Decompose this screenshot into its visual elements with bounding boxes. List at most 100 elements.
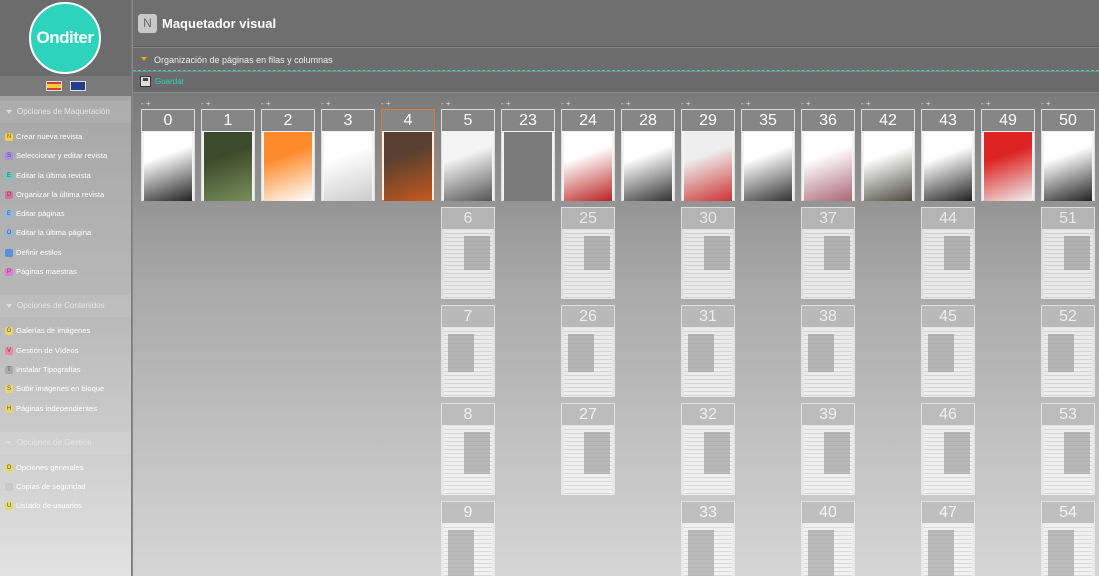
page-tile[interactable]: 39 (801, 403, 855, 495)
page-tile[interactable]: 36 (801, 109, 855, 201)
page-tile[interactable]: 28 (621, 109, 675, 201)
english-flag-icon[interactable] (69, 81, 86, 91)
page-tile[interactable]: 46 (921, 403, 975, 495)
page-tile[interactable]: 6 (441, 207, 495, 299)
menu-item-icon: V (5, 346, 13, 355)
menu-item-icon: E (5, 210, 13, 219)
page-tile[interactable]: 54 (1041, 501, 1095, 576)
page-tile[interactable]: 4 (381, 109, 435, 201)
save-button[interactable]: Guardar (155, 77, 184, 86)
page-thumbnail (504, 132, 552, 201)
menu-item-icon: E (5, 171, 13, 180)
add-remove-controls[interactable]: - + (681, 99, 735, 109)
page-tile[interactable]: 2 (261, 109, 315, 201)
page-tile[interactable]: 37 (801, 207, 855, 299)
page-thumbnail (324, 132, 372, 201)
page-tile[interactable]: 0 (141, 109, 195, 201)
page-thumbnail (564, 132, 612, 201)
add-remove-controls[interactable]: - + (141, 99, 195, 109)
add-remove-controls[interactable]: - + (261, 99, 315, 109)
sidebar: Onditer Opciones de Maquetación N Crear nu… (0, 0, 132, 576)
page-thumbnail (924, 132, 972, 201)
add-remove-controls[interactable]: - + (441, 99, 495, 109)
page-tile[interactable]: 49 (981, 109, 1035, 201)
page-tile[interactable]: 50 (1041, 109, 1095, 201)
sidebar-section-title[interactable]: Opciones de Maquetación (0, 101, 131, 123)
page-tile[interactable]: 35 (741, 109, 795, 201)
add-remove-controls[interactable]: - + (981, 99, 1035, 109)
page-tile[interactable]: 9 (441, 501, 495, 576)
add-remove-controls[interactable]: - + (321, 99, 375, 109)
sidebar-item[interactable]: E Editar páginas (5, 204, 131, 223)
menu-item-icon: T (5, 365, 13, 374)
add-remove-controls[interactable]: - + (921, 99, 975, 109)
page-tile[interactable]: 7 (441, 305, 495, 397)
page-tile[interactable]: 1 (201, 109, 255, 201)
page-tile[interactable]: 23 (501, 109, 555, 201)
sidebar-item[interactable]: G Galerías de imágenes (5, 321, 131, 340)
sidebar-item[interactable]: N Crear nueva revista (5, 127, 131, 146)
sidebar-item[interactable]: S Subir imágenes en bloque (5, 379, 131, 398)
page-tile[interactable]: 47 (921, 501, 975, 576)
sidebar-item[interactable]: O Editar la última página (5, 223, 131, 242)
page-number: 53 (1042, 404, 1094, 425)
page-tile[interactable]: 52 (1041, 305, 1095, 397)
add-remove-controls[interactable]: - + (801, 99, 855, 109)
sidebar-item[interactable]: P Páginas maestras (5, 262, 131, 281)
page-tile[interactable]: 25 (561, 207, 615, 299)
page-tile[interactable]: 32 (681, 403, 735, 495)
page-thumbnail (924, 426, 972, 495)
page-tile[interactable]: 40 (801, 501, 855, 576)
section-header[interactable]: Organización de páginas en filas y colum… (133, 48, 1099, 71)
page-tile[interactable]: 45 (921, 305, 975, 397)
page-tile[interactable]: 33 (681, 501, 735, 576)
page-tile[interactable]: 30 (681, 207, 735, 299)
page-tile[interactable]: 44 (921, 207, 975, 299)
add-remove-controls[interactable]: - + (381, 99, 435, 109)
page-number: 29 (682, 110, 734, 131)
page-tile[interactable]: 42 (861, 109, 915, 201)
sidebar-item[interactable]: H Páginas independientes (5, 399, 131, 418)
sidebar-item[interactable]: O Opciones generales (5, 458, 131, 477)
page-tile[interactable]: 24 (561, 109, 615, 201)
page-tile[interactable]: 53 (1041, 403, 1095, 495)
sidebar-item[interactable]: U Listado de usuarios (5, 496, 131, 515)
page-number: 7 (442, 306, 494, 327)
sidebar-item[interactable]: V Gestión de Vídeos (5, 341, 131, 360)
add-remove-controls[interactable]: - + (561, 99, 615, 109)
page-tile[interactable]: 38 (801, 305, 855, 397)
add-remove-controls[interactable]: - + (861, 99, 915, 109)
page-number: 4 (382, 110, 434, 131)
page-tile[interactable]: 3 (321, 109, 375, 201)
spanish-flag-icon[interactable] (45, 81, 62, 91)
page-thumbnail (1044, 524, 1092, 576)
sidebar-section-title[interactable]: Opciones de Gestión (0, 431, 131, 454)
sidebar-item[interactable]: T Instalar Tipografías (5, 360, 131, 379)
sidebar-item[interactable]: S Seleccionar y editar revista (5, 146, 131, 165)
page-tile[interactable]: 51 (1041, 207, 1095, 299)
page-tile[interactable]: 8 (441, 403, 495, 495)
sidebar-section-title[interactable]: Opciones de Contenidos (0, 295, 131, 318)
sidebar-item[interactable]: Definir estilos (5, 243, 131, 262)
page-tile[interactable]: 26 (561, 305, 615, 397)
page-tile[interactable]: 5 (441, 109, 495, 201)
page-number: 46 (922, 404, 974, 425)
add-remove-controls[interactable]: - + (621, 99, 675, 109)
page-tile[interactable]: 31 (681, 305, 735, 397)
page-tile[interactable]: 43 (921, 109, 975, 201)
page-thumbnail (624, 132, 672, 201)
sidebar-item-label: Definir estilos (16, 247, 62, 257)
collapse-arrow-icon[interactable] (141, 57, 147, 61)
add-remove-controls[interactable]: - + (741, 99, 795, 109)
sidebar-item[interactable]: Copias de seguridad (5, 477, 131, 496)
sidebar-item[interactable]: E Editar la última revista (5, 166, 131, 185)
page-tile[interactable]: 29 (681, 109, 735, 201)
page-thumbnail (564, 328, 612, 397)
add-remove-controls[interactable]: - + (501, 99, 555, 109)
sidebar-item[interactable]: O Organizar la última revista (5, 185, 131, 204)
save-icon[interactable] (140, 76, 151, 87)
page-tile[interactable]: 27 (561, 403, 615, 495)
add-remove-controls[interactable]: - + (201, 99, 255, 109)
add-remove-controls[interactable]: - + (1041, 99, 1095, 109)
page-column: - +5 6 7 8 9 (441, 99, 495, 576)
